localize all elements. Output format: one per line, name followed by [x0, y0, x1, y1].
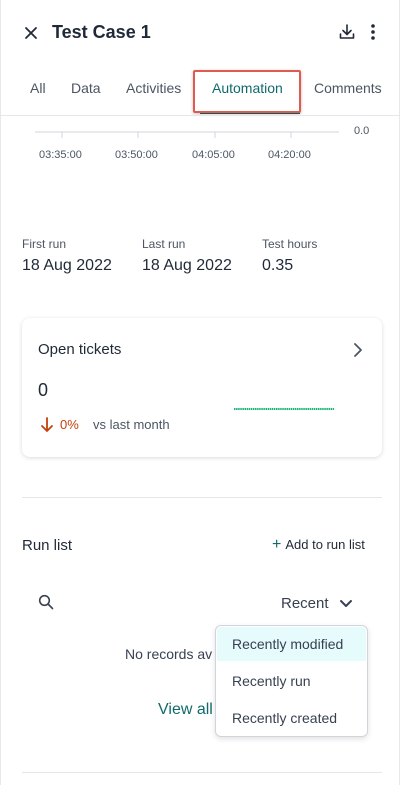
last-run-value: 18 Aug 2022 [142, 257, 232, 274]
tabs-divider [1, 115, 399, 116]
chart-y-tick-label: 0.0 [354, 125, 369, 137]
tab-activities[interactable]: Activities [126, 80, 181, 96]
panel-header: Test Case 1 [1, 0, 399, 66]
page-title: Test Case 1 [52, 22, 151, 42]
chart-x-tick-label: 04:05:00 [192, 149, 235, 161]
run-list-title: Run list [22, 537, 73, 554]
chart-x-tick-label: 04:20:00 [268, 149, 311, 161]
tab-bar: All Data Activities Automation Comments [1, 66, 399, 114]
open-tickets-change: 0% [60, 417, 79, 432]
sort-selected-label: Recent [281, 595, 329, 612]
sort-dropdown-menu: Recently modified Recently run Recently … [215, 625, 368, 737]
chart-x-tick-label: 03:35:00 [39, 149, 82, 161]
test-case-panel: Test Case 1 All Data Activities Automati… [0, 0, 400, 785]
section-divider [22, 772, 382, 773]
add-to-run-list-label: Add to run list [285, 537, 365, 552]
tab-automation[interactable]: Automation [212, 80, 283, 96]
test-hours-label: Test hours [262, 237, 318, 251]
open-tickets-comparison: vs last month [93, 417, 170, 432]
tab-data[interactable]: Data [71, 80, 101, 96]
sort-option-recently-modified[interactable]: Recently modified [217, 627, 366, 661]
search-icon[interactable] [38, 594, 54, 610]
add-to-run-list-button[interactable]: + Add to run list [272, 536, 365, 554]
tab-comments[interactable]: Comments [314, 80, 382, 96]
tab-all[interactable]: All [30, 80, 46, 96]
chevron-down-icon [339, 600, 352, 608]
empty-state-text: No records av [125, 646, 213, 662]
first-run-label: First run [22, 237, 67, 251]
chart-x-tick-label: 03:50:00 [115, 149, 158, 161]
sort-dropdown-button[interactable]: Recent [281, 595, 353, 612]
test-hours-chart: 0.0 03:35:00 03:50:00 04:05:00 04:20:00 [35, 125, 369, 161]
view-all-link[interactable]: View all [158, 701, 213, 719]
last-run-label: Last run [142, 237, 186, 251]
close-icon[interactable] [23, 25, 39, 41]
chevron-right-icon[interactable] [352, 342, 364, 358]
open-tickets-card[interactable]: Open tickets 0 0% vs last month [22, 318, 382, 457]
arrow-down-icon [41, 417, 53, 432]
sort-option-recently-run[interactable]: Recently run [217, 664, 366, 698]
test-hours-value: 0.35 [262, 257, 294, 274]
first-run-value: 18 Aug 2022 [22, 257, 112, 274]
more-options-icon[interactable] [365, 22, 381, 42]
active-tab-indicator [200, 112, 300, 114]
download-icon[interactable] [337, 22, 357, 42]
sort-option-recently-created[interactable]: Recently created [217, 701, 366, 735]
open-tickets-title: Open tickets [38, 341, 122, 358]
section-divider [22, 497, 382, 498]
open-tickets-sparkline [234, 408, 334, 410]
open-tickets-count: 0 [38, 380, 49, 400]
plus-icon: + [272, 536, 282, 553]
